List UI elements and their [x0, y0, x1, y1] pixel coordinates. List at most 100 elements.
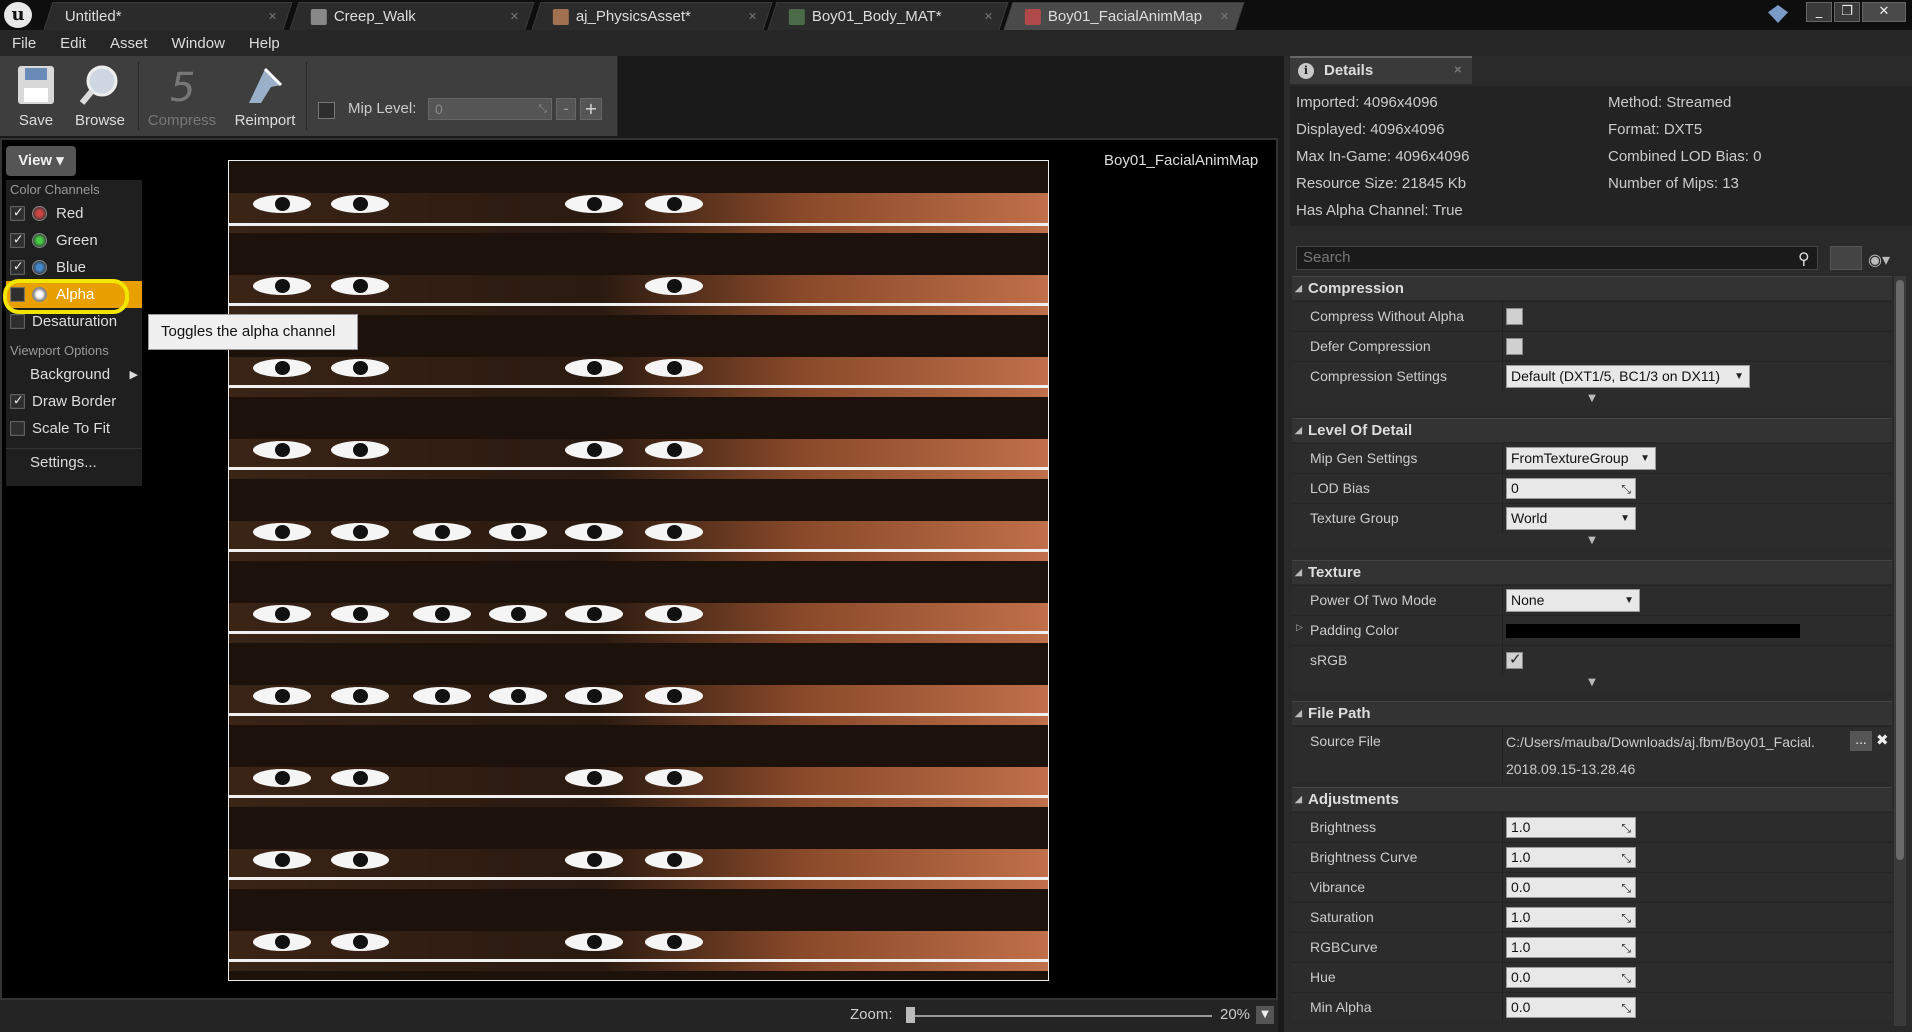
- tab-untitled[interactable]: Untitled* ✕: [43, 2, 293, 30]
- show-advanced-chevron-icon[interactable]: ▼: [1292, 391, 1892, 407]
- close-window-button[interactable]: ✕: [1862, 2, 1906, 22]
- minimize-button[interactable]: _: [1806, 2, 1832, 22]
- zoom-slider-handle[interactable]: [906, 1007, 915, 1023]
- menu-edit[interactable]: Edit: [48, 35, 98, 52]
- reimport-button[interactable]: Reimport: [230, 60, 300, 136]
- green-checkbox[interactable]: [10, 232, 25, 248]
- desaturation-checkbox[interactable]: [10, 314, 25, 329]
- details-search-input[interactable]: Search: [1296, 246, 1818, 270]
- menu-help[interactable]: Help: [237, 35, 292, 52]
- green-label: Green: [56, 232, 98, 249]
- search-icon[interactable]: ⚲: [1798, 249, 1816, 268]
- expand-arrow-icon[interactable]: ▷: [1296, 623, 1303, 633]
- clear-x-icon[interactable]: ✖: [1876, 731, 1889, 749]
- zoom-dropdown-button[interactable]: ▼: [1256, 1006, 1274, 1024]
- min-alpha-input[interactable]: 0.0 ⤡: [1506, 997, 1636, 1018]
- menu-asset[interactable]: Asset: [98, 35, 160, 52]
- row-source-file: Source File C:/Users/mauba/Downloads/aj.…: [1292, 726, 1892, 783]
- reimport-label: Reimport: [234, 112, 296, 129]
- tab-label: aj_PhysicsAsset*: [575, 8, 691, 25]
- category-texture[interactable]: Texture: [1292, 560, 1892, 584]
- mip-decrement-button[interactable]: -: [556, 98, 576, 120]
- compression-settings-dropdown[interactable]: Default (DXT1/5, BC1/3 on DX11) ▼: [1506, 365, 1750, 388]
- mip-level-input[interactable]: 0 ⤡: [428, 98, 552, 120]
- scale-to-fit-item[interactable]: Scale To Fit: [6, 415, 142, 442]
- close-icon[interactable]: ✕: [510, 10, 519, 23]
- maximize-button[interactable]: ❐: [1834, 2, 1860, 22]
- source-control-icon[interactable]: [1768, 5, 1788, 23]
- defer-compression-checkbox[interactable]: [1506, 338, 1523, 355]
- tab-creep-walk[interactable]: Creep_Walk ✕: [289, 2, 535, 30]
- settings-item[interactable]: Settings...: [6, 448, 142, 475]
- power-of-two-dropdown[interactable]: None ▼: [1506, 589, 1640, 612]
- close-icon[interactable]: ✕: [1220, 10, 1229, 23]
- hue-input[interactable]: 0.0 ⤡: [1506, 967, 1636, 988]
- menu-window[interactable]: Window: [160, 35, 237, 52]
- menu-bar: File Edit Asset Window Help: [0, 30, 1912, 56]
- info-lod-bias: Combined LOD Bias: 0: [1608, 148, 1762, 165]
- blue-checkbox[interactable]: [10, 259, 25, 275]
- compress-without-alpha-checkbox[interactable]: [1506, 308, 1523, 325]
- brightness-input[interactable]: 1.0 ⤡: [1506, 817, 1636, 838]
- view-menu-button[interactable]: View ▾: [6, 146, 76, 176]
- save-button[interactable]: Save: [4, 60, 68, 136]
- unreal-logo-icon[interactable]: u: [4, 2, 32, 28]
- category-level-of-detail[interactable]: Level Of Detail: [1292, 418, 1892, 442]
- info-format: Format: DXT5: [1608, 121, 1703, 138]
- brightness-curve-input[interactable]: 1.0 ⤡: [1506, 847, 1636, 868]
- property-label: Brightness: [1310, 819, 1377, 835]
- zoom-slider-track[interactable]: [906, 1015, 1212, 1017]
- draw-border-item[interactable]: Draw Border: [6, 388, 142, 415]
- details-scrollbar[interactable]: [1894, 276, 1906, 1026]
- compress-button[interactable]: 5 Compress: [146, 60, 218, 136]
- vibrance-input[interactable]: 0.0 ⤡: [1506, 877, 1636, 898]
- browse-button[interactable]: Browse: [68, 60, 132, 136]
- channel-green-item[interactable]: Green: [6, 227, 142, 254]
- magnifier-icon: [77, 62, 123, 108]
- close-icon[interactable]: ✕: [268, 10, 277, 23]
- padding-color-swatch[interactable]: [1506, 624, 1800, 638]
- lod-bias-input[interactable]: 0 ⤡: [1506, 478, 1636, 499]
- property-label: RGBCurve: [1310, 939, 1378, 955]
- draw-border-checkbox[interactable]: [10, 393, 25, 409]
- eye-visibility-icon[interactable]: ◉▾: [1868, 250, 1890, 269]
- zoom-bar: Zoom: 20% ▼: [0, 1000, 1278, 1032]
- row-mip-gen-settings: Mip Gen Settings FromTextureGroup ▼: [1292, 443, 1892, 473]
- channel-blue-item[interactable]: Blue: [6, 254, 142, 281]
- row-defer-compression: Defer Compression: [1292, 331, 1892, 361]
- red-label: Red: [56, 205, 84, 222]
- menu-file[interactable]: File: [0, 35, 48, 52]
- rgbcurve-input[interactable]: 1.0 ⤡: [1506, 937, 1636, 958]
- category-compression[interactable]: Compression: [1292, 276, 1892, 300]
- mip-level-value: 0: [435, 101, 443, 117]
- browse-file-button[interactable]: ...: [1850, 731, 1872, 751]
- category-file-path[interactable]: File Path: [1292, 701, 1892, 725]
- srgb-checkbox[interactable]: [1506, 650, 1523, 669]
- tab-body-material[interactable]: Boy01_Body_MAT* ✕: [767, 2, 1009, 30]
- category-adjustments[interactable]: Adjustments: [1292, 787, 1892, 811]
- details-tab[interactable]: i Details ✕: [1290, 56, 1472, 84]
- browse-label: Browse: [74, 112, 126, 129]
- saturation-input[interactable]: 1.0 ⤡: [1506, 907, 1636, 928]
- tab-facial-anim-map[interactable]: Boy01_FacialAnimMap ✕: [1003, 2, 1245, 30]
- mip-increment-button[interactable]: +: [580, 98, 602, 120]
- scale-to-fit-checkbox[interactable]: [10, 421, 25, 436]
- show-advanced-chevron-icon[interactable]: ▼: [1292, 675, 1892, 691]
- close-icon[interactable]: ✕: [984, 10, 993, 23]
- row-saturation: Saturation 1.0 ⤡: [1292, 902, 1892, 932]
- mip-level-checkbox[interactable]: [318, 102, 335, 119]
- background-submenu-item[interactable]: Background ▶: [6, 361, 142, 388]
- channel-red-item[interactable]: Red: [6, 200, 142, 227]
- show-advanced-chevron-icon[interactable]: ▼: [1292, 533, 1892, 549]
- close-icon[interactable]: ✕: [748, 10, 757, 23]
- mip-gen-settings-dropdown[interactable]: FromTextureGroup ▼: [1506, 447, 1656, 470]
- red-checkbox[interactable]: [10, 205, 25, 221]
- tab-label: Creep_Walk: [333, 8, 416, 25]
- tab-physics-asset[interactable]: aj_PhysicsAsset* ✕: [531, 2, 773, 30]
- close-icon[interactable]: ✕: [1454, 58, 1462, 84]
- property-label: Source File: [1310, 733, 1381, 749]
- texture-group-dropdown[interactable]: World ▼: [1506, 507, 1636, 530]
- blue-label: Blue: [56, 259, 87, 276]
- scrollbar-thumb[interactable]: [1896, 280, 1904, 860]
- view-options-grid-icon[interactable]: [1830, 246, 1862, 270]
